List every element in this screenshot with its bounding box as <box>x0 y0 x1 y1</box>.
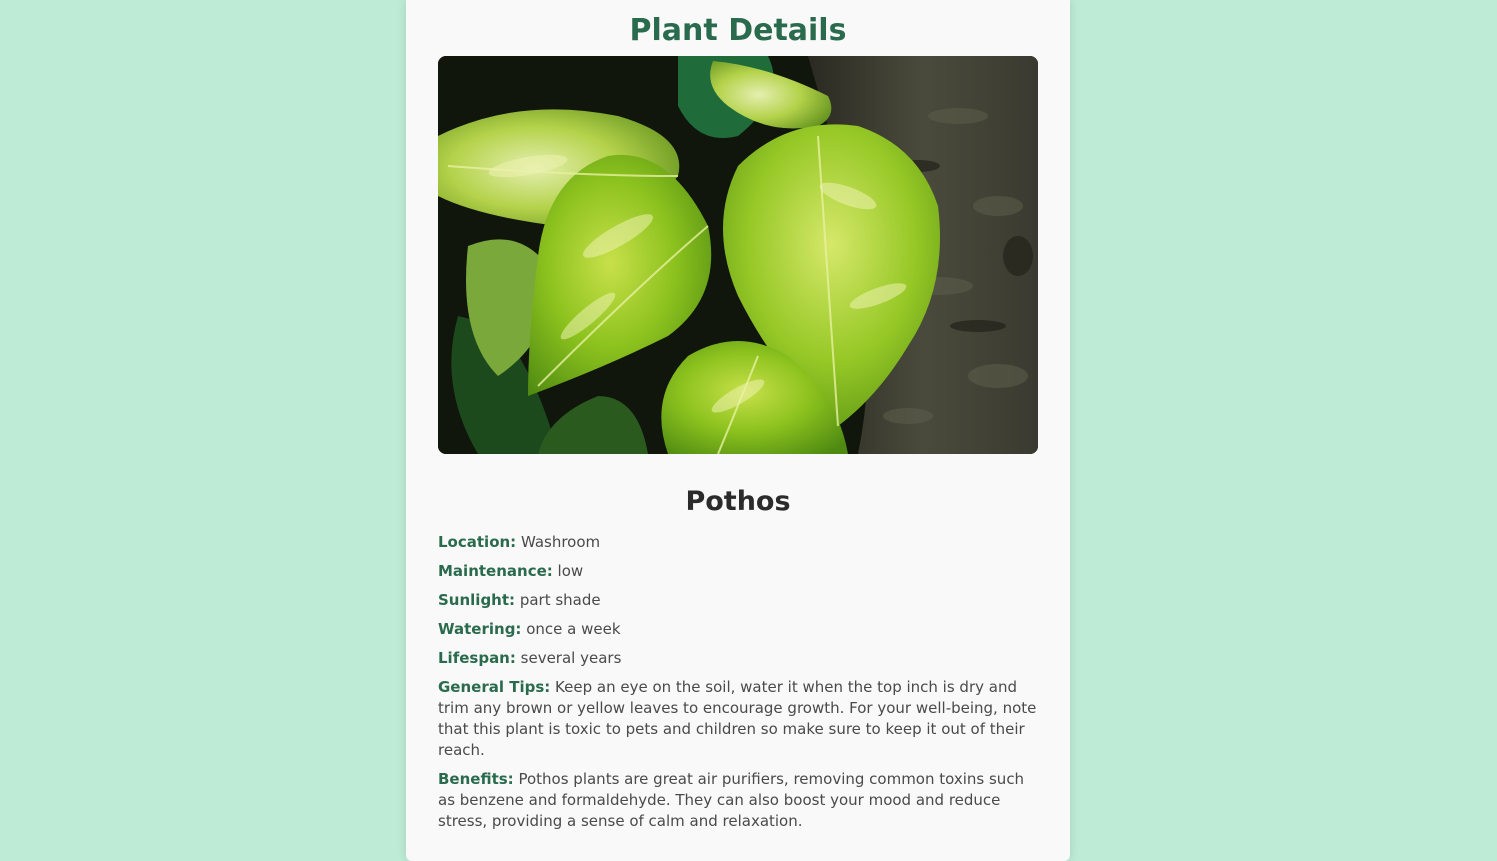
detail-value: Pothos plants are great air purifiers, r… <box>438 770 1025 830</box>
pothos-leaves-illustration <box>438 56 1038 454</box>
detail-label: Watering: <box>438 620 522 638</box>
detail-value: part shade <box>519 591 601 609</box>
detail-label: Maintenance: <box>438 562 553 580</box>
detail-label: General Tips: <box>438 678 551 696</box>
detail-label: Lifespan: <box>438 649 516 667</box>
detail-value: Washroom <box>520 533 601 551</box>
detail-label: Location: <box>438 533 517 551</box>
page-title: Plant Details <box>629 13 847 48</box>
detail-sunlight: Sunlight: part shade <box>438 590 1038 611</box>
detail-maintenance: Maintenance: low <box>438 561 1038 582</box>
detail-label: Sunlight: <box>438 591 516 609</box>
plant-details-card: Plant Details Pothos Location: Washroom … <box>406 0 1070 861</box>
plant-details-list: Location: Washroom Maintenance: low Sunl… <box>438 532 1038 832</box>
detail-watering: Watering: once a week <box>438 619 1038 640</box>
detail-label: Benefits: <box>438 770 514 788</box>
detail-general-tips: General Tips: Keep an eye on the soil, w… <box>438 677 1038 761</box>
detail-location: Location: Washroom <box>438 532 1038 553</box>
detail-lifespan: Lifespan: several years <box>438 648 1038 669</box>
plant-photo <box>438 56 1038 454</box>
detail-value: low <box>557 562 584 580</box>
detail-value: several years <box>520 649 622 667</box>
detail-value: once a week <box>526 620 621 638</box>
detail-benefits: Benefits: Pothos plants are great air pu… <box>438 769 1038 832</box>
plant-name: Pothos <box>685 486 791 517</box>
